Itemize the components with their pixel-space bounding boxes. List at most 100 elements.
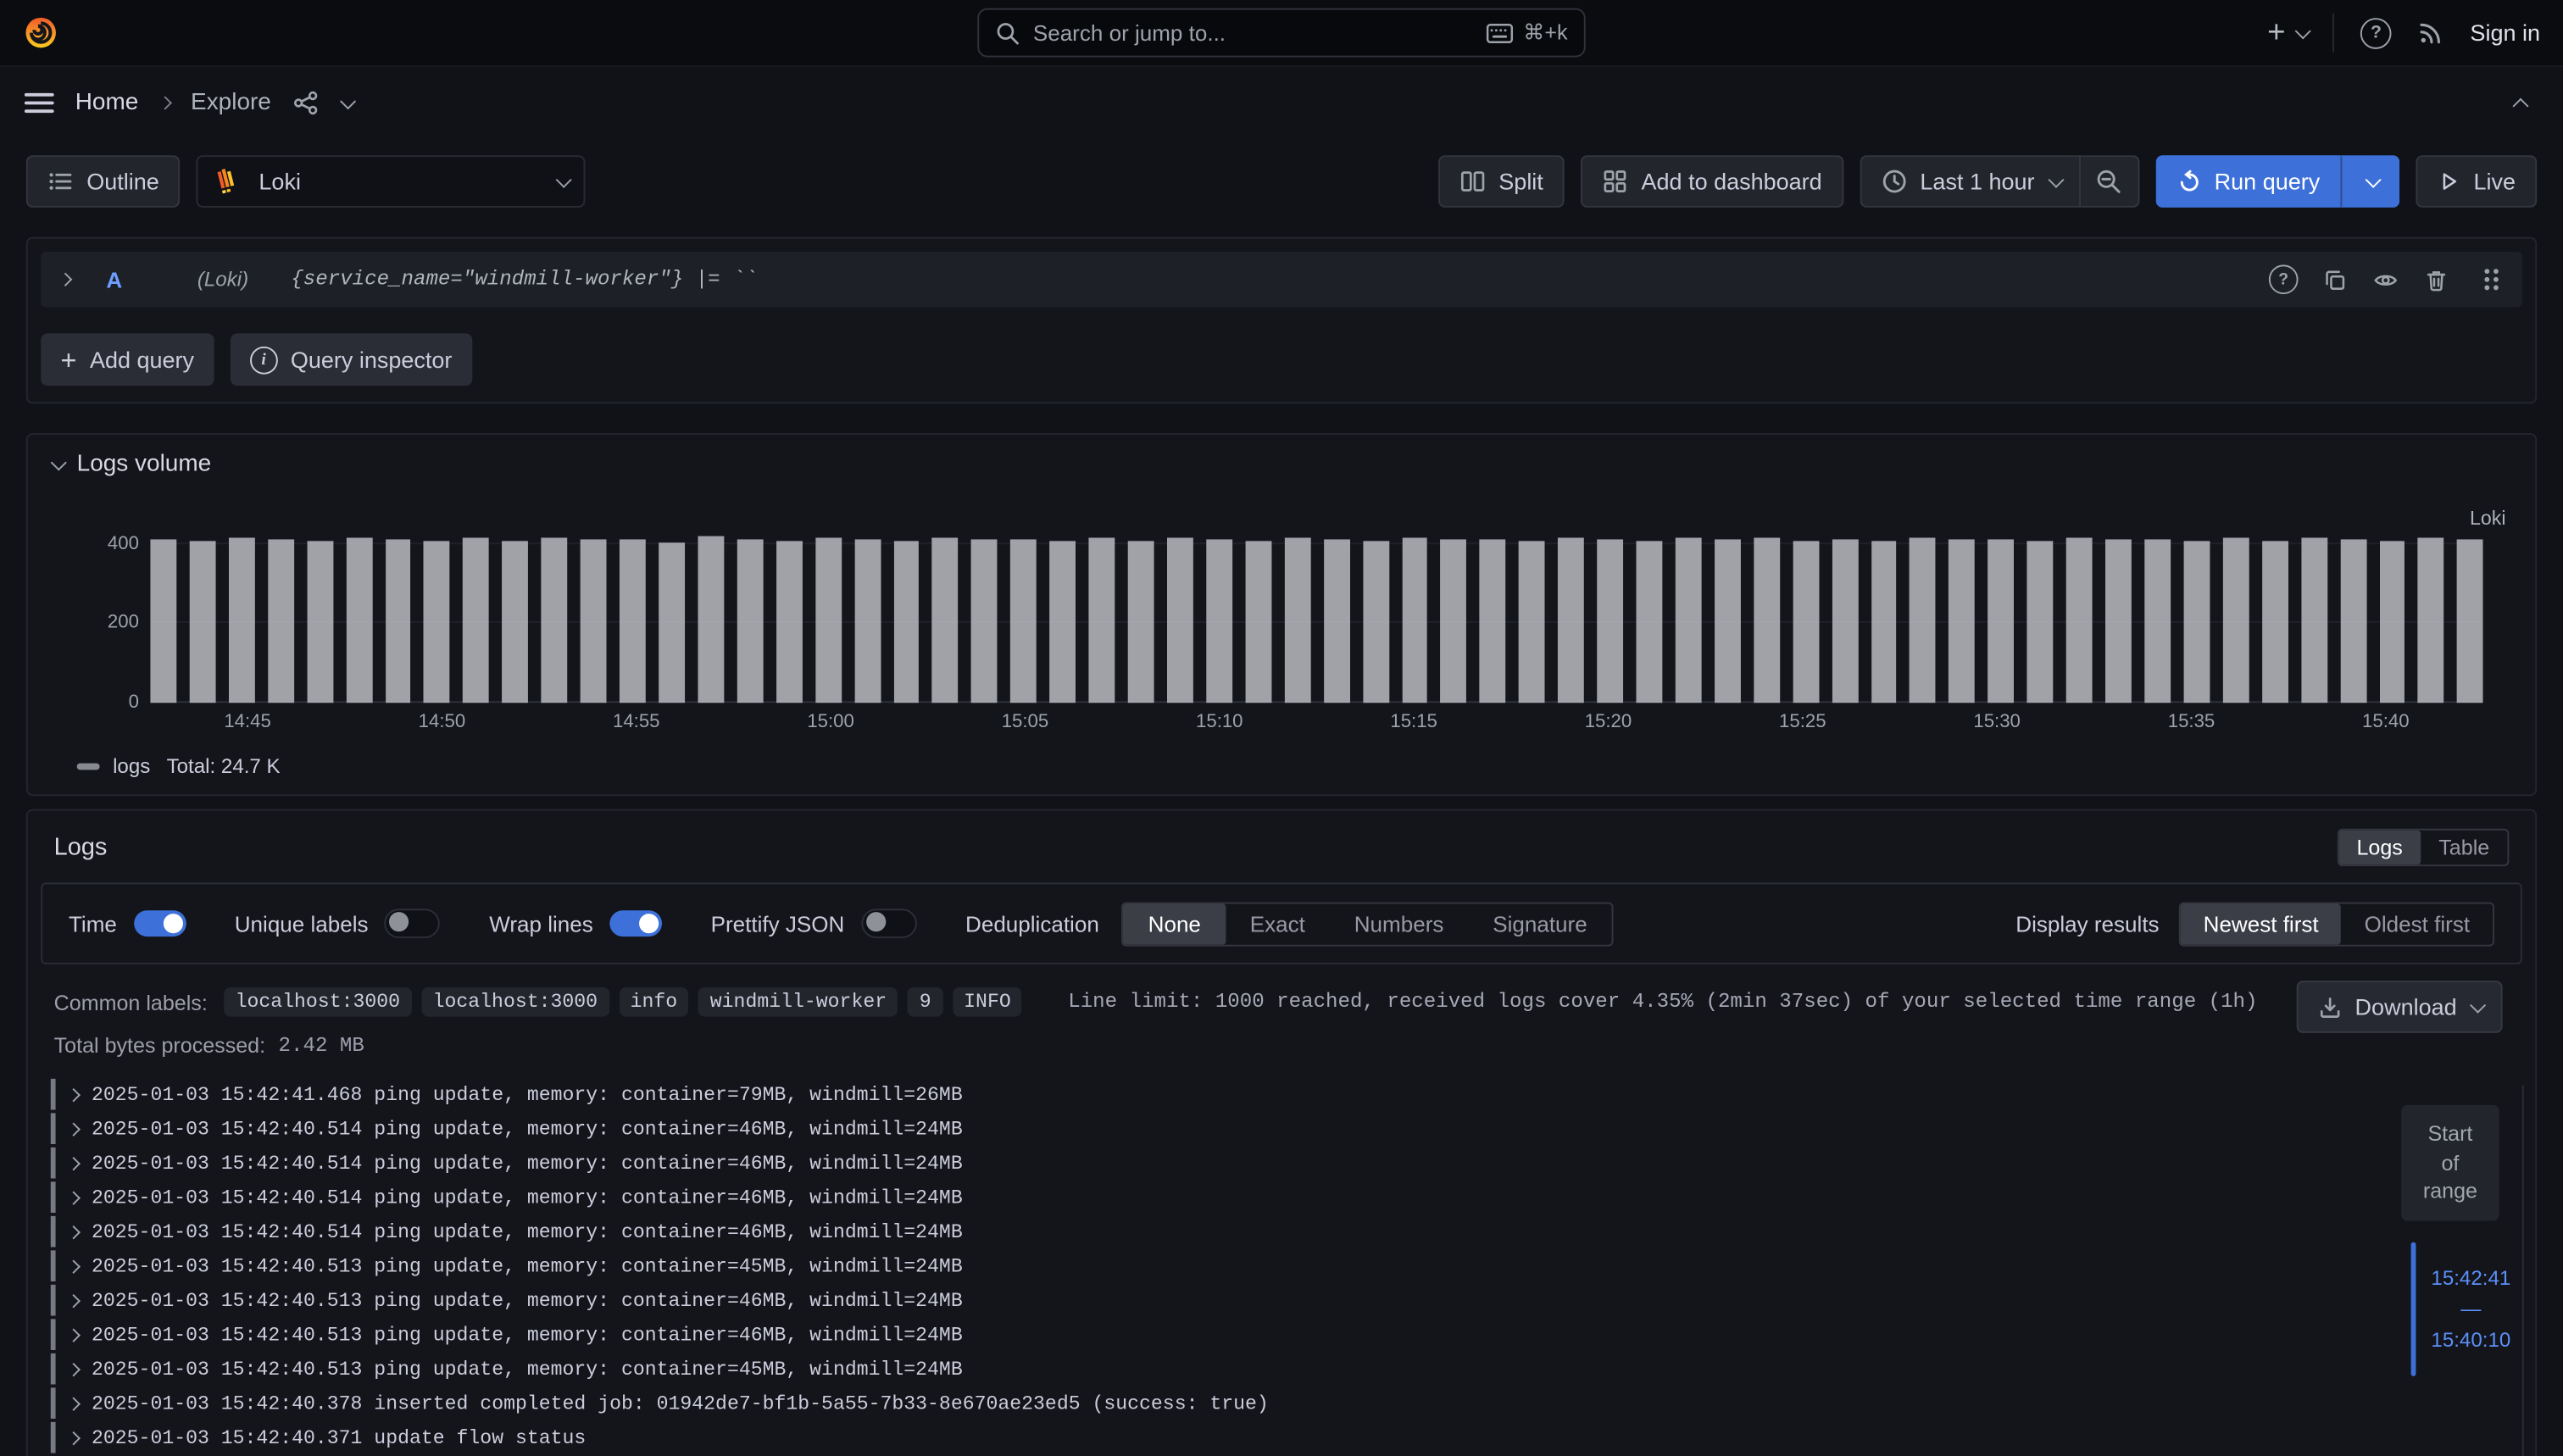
expand-log-icon[interactable]: [67, 1259, 81, 1272]
log-row[interactable]: 2025-01-03 15:42:40.513 ping update, mem…: [51, 1317, 2388, 1351]
view-tab-logs[interactable]: Logs: [2338, 830, 2421, 864]
log-row[interactable]: 2025-01-03 15:42:40.513 ping update, mem…: [51, 1283, 2388, 1318]
volume-bar[interactable]: [2066, 538, 2093, 703]
new-menu-button[interactable]: +: [2267, 17, 2306, 48]
add-to-dashboard-button[interactable]: Add to dashboard: [1581, 155, 1843, 208]
display-oldest-first[interactable]: Oldest first: [2342, 903, 2493, 944]
log-row[interactable]: 2025-01-03 15:42:41.468 ping update, mem…: [51, 1077, 2388, 1112]
log-row[interactable]: 2025-01-03 15:42:40.514 ping update, mem…: [51, 1111, 2388, 1146]
datasource-picker[interactable]: Loki: [197, 155, 586, 208]
view-tab-table[interactable]: Table: [2421, 830, 2507, 864]
help-icon[interactable]: ?: [2360, 17, 2392, 48]
outline-button[interactable]: Outline: [26, 155, 181, 208]
volume-bar[interactable]: [1402, 538, 1428, 703]
toggle-unique-labels[interactable]: Unique labels: [235, 909, 441, 938]
expand-log-icon[interactable]: [67, 1087, 81, 1101]
grafana-logo[interactable]: [23, 14, 58, 50]
expand-log-icon[interactable]: [67, 1293, 81, 1307]
volume-bar[interactable]: [932, 537, 959, 703]
expand-query-icon[interactable]: [58, 273, 72, 286]
run-query-options-button[interactable]: [2341, 155, 2399, 208]
query-inspector-button[interactable]: i Query inspector: [230, 333, 471, 386]
run-query-button[interactable]: Run query: [2155, 155, 2341, 208]
news-rss-icon[interactable]: [2418, 19, 2444, 46]
toggle-label: Time: [69, 911, 117, 936]
drag-handle-icon[interactable]: [2480, 264, 2503, 294]
volume-bar[interactable]: [620, 539, 646, 703]
log-row[interactable]: 2025-01-03 15:42:40.513 ping update, mem…: [51, 1248, 2388, 1283]
volume-bar[interactable]: [1167, 538, 1193, 703]
log-row[interactable]: 2025-01-03 15:42:40.378 inserted complet…: [51, 1386, 2388, 1420]
log-level-bar: [51, 1148, 56, 1179]
toggle-switch[interactable]: [609, 910, 662, 936]
expand-log-icon[interactable]: [67, 1431, 81, 1444]
toggle-wrap-lines[interactable]: Wrap lines: [489, 910, 662, 936]
toggle-switch[interactable]: [861, 909, 917, 938]
expand-log-icon[interactable]: [67, 1121, 81, 1135]
start-of-range-button[interactable]: Startofrange: [2401, 1105, 2499, 1220]
volume-bar[interactable]: [1089, 537, 1115, 703]
split-button[interactable]: Split: [1438, 155, 1565, 208]
legend-item-logs[interactable]: logs Total: 24.7 K: [77, 755, 281, 778]
breadcrumb-home[interactable]: Home: [75, 90, 139, 116]
query-help-icon[interactable]: ?: [2269, 264, 2299, 294]
volume-bar[interactable]: [2301, 538, 2327, 703]
search-input[interactable]: Search or jump to... ⌘+k: [977, 8, 1585, 58]
logs-volume-header[interactable]: Logs volume: [51, 451, 2512, 477]
volume-bar[interactable]: [464, 538, 490, 703]
query-row[interactable]: A (Loki) {service_name="windmill-worker"…: [41, 252, 2522, 308]
log-row[interactable]: 2025-01-03 15:42:40.514 ping update, mem…: [51, 1180, 2388, 1214]
time-range-picker[interactable]: Last 1 hour: [1860, 155, 2080, 208]
delete-query-trash-icon[interactable]: [2424, 267, 2449, 292]
dedup-numbers[interactable]: Numbers: [1330, 903, 1468, 944]
expand-log-icon[interactable]: [67, 1156, 81, 1170]
sign-in-button[interactable]: Sign in: [2470, 19, 2540, 46]
volume-bar[interactable]: [1988, 539, 2015, 703]
share-icon[interactable]: [292, 90, 319, 116]
log-row[interactable]: 2025-01-03 15:42:40.513 ping update, mem…: [51, 1352, 2388, 1387]
log-row[interactable]: 2025-01-03 15:42:40.371 update flow stat…: [51, 1420, 2388, 1455]
volume-bar[interactable]: [1284, 537, 1310, 703]
log-row[interactable]: 2025-01-03 15:42:40.514 ping update, mem…: [51, 1146, 2388, 1181]
dedup-signature[interactable]: Signature: [1468, 903, 1611, 944]
volume-bar[interactable]: [1910, 537, 1937, 703]
volume-bar[interactable]: [1754, 537, 1780, 703]
toggle-time[interactable]: Time: [69, 910, 186, 936]
dedup-none[interactable]: None: [1124, 903, 1226, 944]
toggle-switch[interactable]: [385, 909, 441, 938]
plus-icon: +: [2267, 17, 2285, 48]
expand-log-icon[interactable]: [67, 1190, 81, 1203]
log-line-text: 2025-01-03 15:42:40.378 inserted complet…: [92, 1392, 1269, 1414]
volume-bar[interactable]: [2418, 537, 2444, 703]
volume-bar[interactable]: [346, 537, 372, 703]
dedup-exact[interactable]: Exact: [1226, 903, 1330, 944]
volume-bar[interactable]: [2223, 537, 2249, 703]
volume-bar[interactable]: [1480, 539, 1506, 703]
volume-bar[interactable]: [1676, 538, 1702, 703]
chevron-down-icon[interactable]: [340, 92, 356, 108]
live-button[interactable]: Live: [2416, 155, 2537, 208]
volume-bar[interactable]: [1558, 537, 1584, 703]
zoom-out-time-button[interactable]: [2081, 155, 2139, 208]
expand-log-icon[interactable]: [67, 1396, 81, 1409]
toggle-switch[interactable]: [133, 910, 186, 936]
expand-log-icon[interactable]: [67, 1327, 81, 1341]
log-row[interactable]: 2025-01-03 15:42:40.514 ping update, mem…: [51, 1214, 2388, 1249]
display-newest-first[interactable]: Newest first: [2181, 903, 2342, 944]
volume-bar[interactable]: [1010, 539, 1037, 703]
volume-bar[interactable]: [229, 538, 255, 703]
volume-bar[interactable]: [815, 538, 842, 703]
menu-toggle-icon[interactable]: [25, 93, 54, 113]
logs-volume-chart[interactable]: [150, 536, 2482, 703]
volume-bar[interactable]: [542, 537, 568, 703]
volume-bar[interactable]: [698, 536, 724, 703]
duplicate-query-icon[interactable]: [2322, 267, 2347, 292]
toggle-visibility-eye-icon[interactable]: [2371, 267, 2399, 292]
download-button[interactable]: Download: [2296, 981, 2503, 1033]
add-query-button[interactable]: + Add query: [41, 333, 214, 386]
collapse-panel-icon[interactable]: [2517, 88, 2538, 118]
expand-log-icon[interactable]: [67, 1362, 81, 1375]
toggle-prettify-json[interactable]: Prettify JSON: [711, 909, 917, 938]
expand-log-icon[interactable]: [67, 1225, 81, 1238]
log-range-indicator[interactable]: 15:42:41 — 15:40:10: [2411, 1242, 2510, 1376]
